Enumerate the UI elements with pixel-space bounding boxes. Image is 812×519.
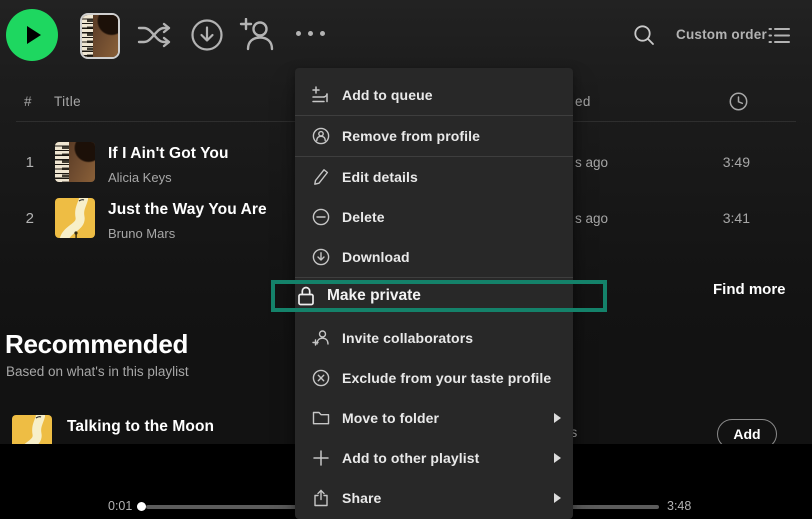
track-number: 1 — [25, 154, 34, 171]
list-view-icon[interactable] — [768, 26, 790, 45]
column-header-number[interactable]: # — [24, 94, 32, 109]
menu-item-exclude-from-taste-profile[interactable]: Exclude from your taste profile — [295, 358, 573, 398]
date-added-partial: s ago — [575, 155, 609, 170]
menu-item-label: Add to other playlist — [342, 450, 480, 466]
share-icon — [314, 489, 328, 507]
submenu-arrow-icon — [554, 413, 561, 423]
track-title[interactable]: If I Ain't Got You — [108, 145, 229, 163]
track-title[interactable]: Talking to the Moon — [67, 418, 214, 436]
total-time: 3:48 — [667, 499, 692, 513]
add-to-queue-icon — [312, 86, 328, 103]
date-added-partial: s ago — [575, 211, 609, 226]
lock-icon — [298, 286, 314, 306]
column-header-date-added-partial: ed — [575, 94, 591, 109]
invite-collaborators-icon — [312, 330, 329, 346]
circle-x-icon — [312, 369, 330, 387]
add-person-icon[interactable] — [238, 18, 276, 52]
playlist-cover-thumbnail[interactable] — [80, 13, 120, 59]
more-options-icon[interactable] — [296, 31, 325, 36]
menu-item-label: Exclude from your taste profile — [342, 370, 552, 386]
menu-item-label: Delete — [342, 209, 385, 225]
menu-item-label: Share — [342, 490, 382, 506]
find-more-link[interactable]: Find more — [713, 281, 786, 298]
track-title[interactable]: Just the Way You Are — [108, 201, 267, 219]
shuffle-icon[interactable] — [136, 20, 172, 50]
menu-item-edit-details[interactable]: Edit details — [295, 157, 573, 197]
menu-item-invite-collaborators[interactable]: Invite collaborators — [295, 318, 573, 358]
plus-icon — [313, 450, 329, 466]
play-button[interactable] — [6, 9, 58, 61]
menu-item-label: Move to folder — [342, 410, 440, 426]
recommended-heading: Recommended — [5, 329, 189, 359]
submenu-arrow-icon — [554, 493, 561, 503]
track-number: 2 — [25, 210, 34, 227]
menu-item-move-to-folder[interactable]: Move to folder — [295, 398, 573, 438]
clock-icon[interactable] — [729, 92, 748, 111]
submenu-arrow-icon — [554, 453, 561, 463]
play-icon — [27, 26, 41, 44]
menu-item-label: Edit details — [342, 169, 418, 185]
search-icon[interactable] — [633, 24, 655, 46]
menu-item-label: Add to queue — [342, 87, 433, 103]
folder-icon — [312, 411, 330, 425]
menu-item-make-private[interactable]: Make private — [271, 280, 607, 312]
track-duration: 3:41 — [722, 210, 750, 226]
playlist-page: Custom order # Title ed 1 If I Ain't Got… — [0, 0, 812, 519]
menu-item-label: Invite collaborators — [342, 330, 474, 346]
track-artist[interactable]: Bruno Mars — [108, 226, 175, 241]
pencil-icon — [314, 169, 329, 185]
album-art-alicia — [55, 142, 95, 182]
menu-item-remove-from-profile[interactable]: Remove from profile — [295, 116, 573, 156]
circle-download-icon — [312, 248, 330, 266]
recommended-subtitle: Based on what's in this playlist — [6, 364, 189, 379]
download-circle-icon[interactable] — [190, 18, 224, 52]
menu-item-label: Make private — [327, 287, 421, 304]
menu-item-delete[interactable]: Delete — [295, 197, 573, 237]
album-art-bruno — [55, 198, 95, 238]
current-time: 0:01 — [108, 499, 133, 513]
remove-from-profile-icon — [312, 127, 330, 145]
menu-item-label: Remove from profile — [342, 128, 481, 144]
menu-item-add-to-queue[interactable]: Add to queue — [295, 75, 573, 115]
track-artist[interactable]: Alicia Keys — [108, 170, 172, 185]
album-art-alicia-mini — [82, 15, 118, 57]
circle-minus-icon — [312, 208, 330, 226]
column-header-title[interactable]: Title — [54, 94, 81, 109]
track-duration: 3:49 — [722, 154, 750, 170]
progress-handle[interactable] — [137, 502, 146, 511]
menu-item-share[interactable]: Share — [295, 478, 573, 518]
menu-item-label: Download — [342, 249, 410, 265]
menu-item-download[interactable]: Download — [295, 237, 573, 277]
menu-item-add-to-other-playlist[interactable]: Add to other playlist — [295, 438, 573, 478]
sort-order-label[interactable]: Custom order — [676, 27, 767, 42]
